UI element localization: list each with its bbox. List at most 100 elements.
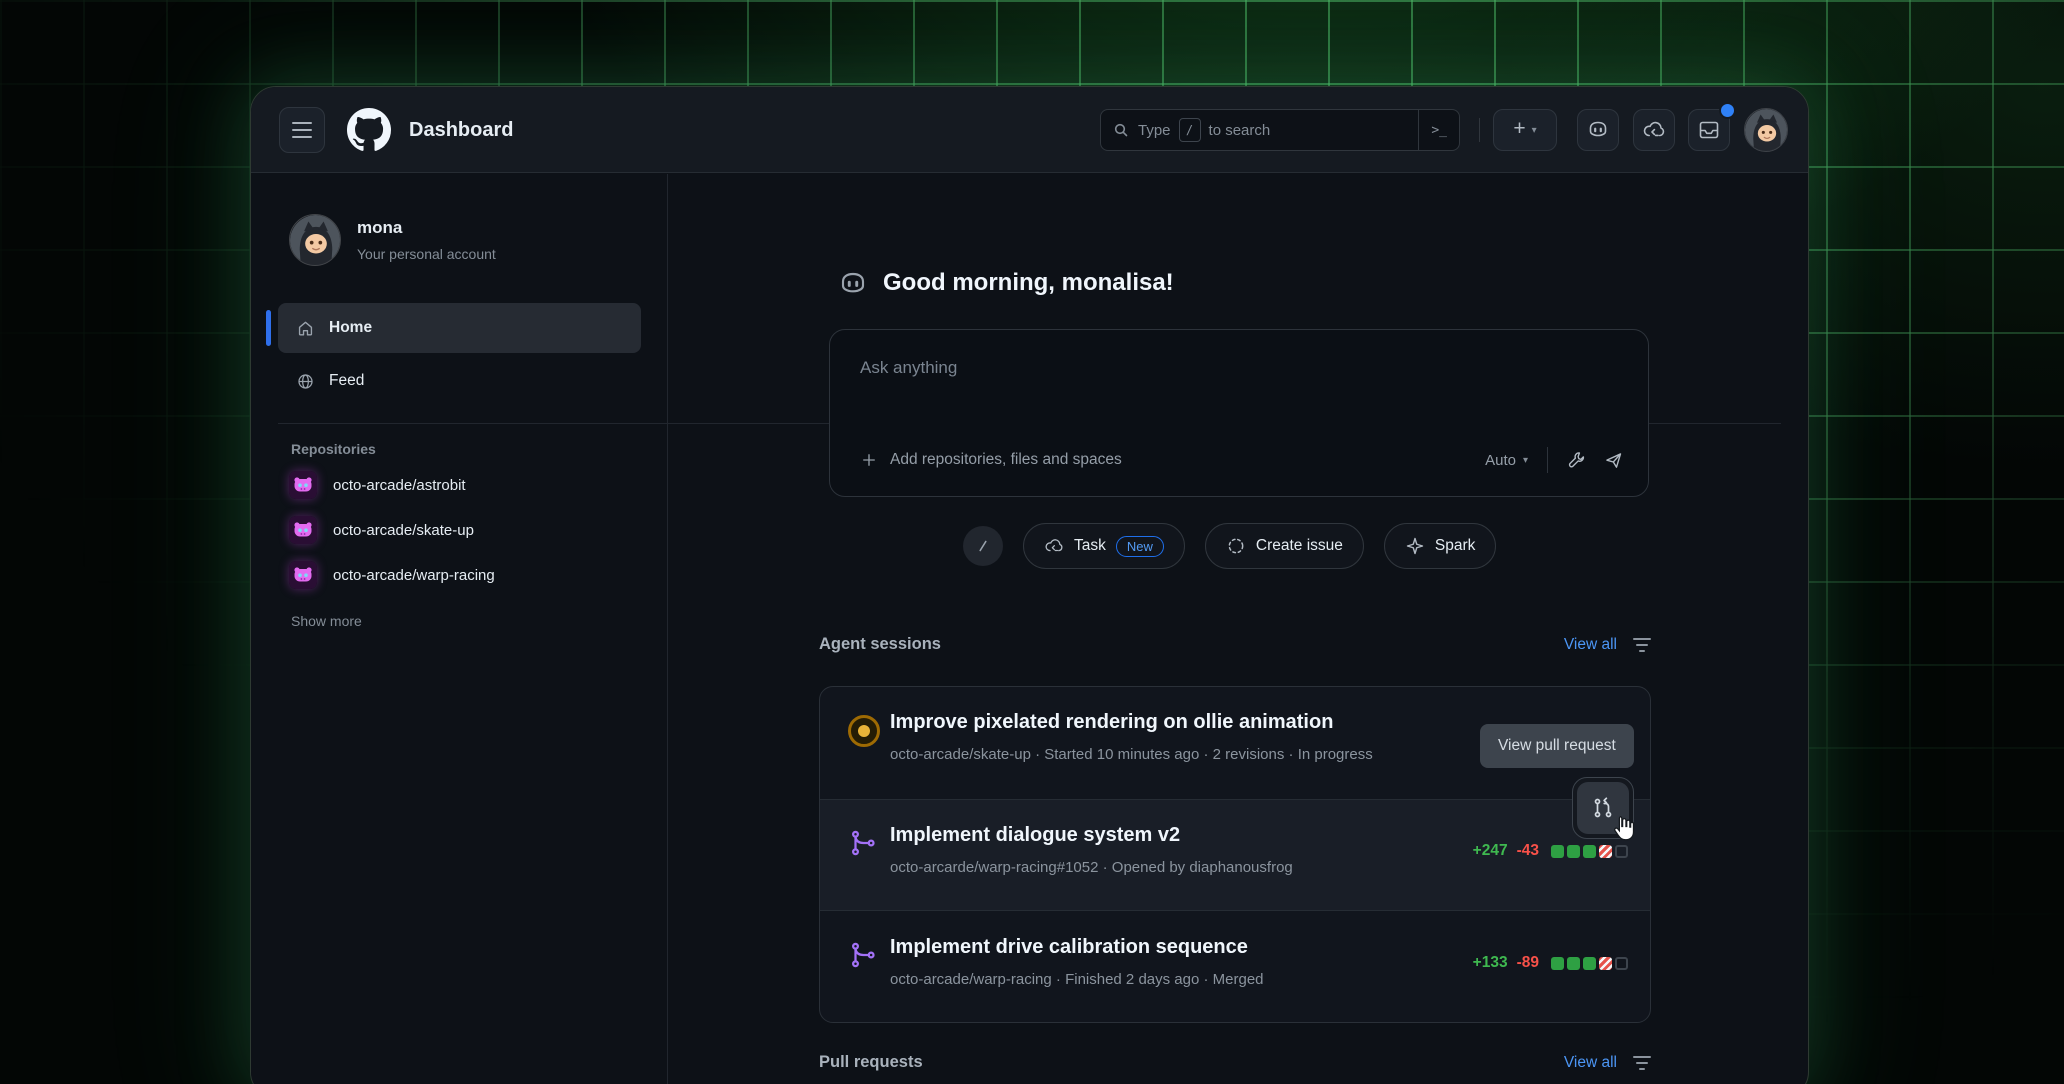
deletions: -43: [1517, 842, 1539, 860]
git-merge-icon: [848, 940, 880, 972]
agents-button[interactable]: [1633, 109, 1675, 151]
repositories-heading: Repositories: [291, 441, 376, 457]
composer: Add repositories, files and spaces Auto …: [829, 329, 1649, 497]
model-label: Auto: [1485, 452, 1516, 469]
github-window: Dashboard Type / to search >_ + ▾: [250, 86, 1809, 1084]
agent-sessions-card: Improve pixelated rendering on ollie ani…: [819, 686, 1651, 1023]
view-pull-request-tooltip: View pull request: [1480, 724, 1634, 768]
spark-label: Spark: [1435, 537, 1476, 555]
composer-toolbar: Add repositories, files and spaces Auto …: [860, 442, 1624, 478]
sidebar-item-home[interactable]: Home: [278, 303, 641, 353]
session-row[interactable]: Implement dialogue system v2 octo-arcard…: [820, 799, 1650, 911]
plus-icon: +: [1513, 117, 1525, 141]
session-row[interactable]: Improve pixelated rendering on ollie ani…: [820, 687, 1650, 799]
repo-name: octo-arcade/warp-racing: [333, 567, 495, 584]
copilot-icon: [1586, 118, 1610, 142]
task-label: Task: [1074, 537, 1106, 555]
show-more-link[interactable]: Show more: [291, 613, 362, 629]
view-all-link[interactable]: View all: [1564, 636, 1617, 654]
diff-stats: +133 -89: [1473, 954, 1628, 972]
caret-down-icon: ▾: [1523, 455, 1528, 466]
search-placeholder-suffix: to search: [1209, 122, 1271, 139]
repo-avatar: [289, 561, 317, 589]
global-search-input[interactable]: Type / to search >_: [1100, 109, 1460, 151]
sidebar-item-feed[interactable]: Feed: [278, 357, 641, 405]
mark-github-icon: [347, 108, 391, 152]
repo-avatar: [289, 516, 317, 544]
account-avatar[interactable]: [289, 214, 341, 266]
slash-icon: [973, 536, 993, 556]
session-meta: octo-arcade/skate-up · Started 10 minute…: [890, 746, 1373, 763]
diff-blocks: [1551, 957, 1628, 970]
hand-cursor: [1608, 813, 1640, 845]
globe-icon: [296, 372, 315, 391]
section-title: Pull requests: [819, 1053, 923, 1072]
repo-avatar: [289, 471, 317, 499]
header-divider: [1479, 118, 1480, 142]
session-meta: octo-arcarde/warp-racing#1052 · Opened b…: [890, 859, 1293, 876]
pull-requests-section-header: Pull requests View all: [819, 1053, 1651, 1072]
filter-icon[interactable]: [1633, 638, 1651, 652]
spark-icon: [1405, 536, 1425, 556]
filter-icon[interactable]: [1633, 1056, 1651, 1070]
git-merge-icon: [848, 828, 880, 860]
mona-avatar: [1745, 109, 1788, 152]
search-placeholder-prefix: Type: [1138, 122, 1171, 139]
create-issue-label: Create issue: [1256, 537, 1343, 555]
view-all-link[interactable]: View all: [1564, 1054, 1617, 1072]
greeting-text: Good morning, monalisa!: [883, 269, 1174, 297]
sidebar-item-label: Home: [329, 319, 372, 337]
send-button[interactable]: [1603, 450, 1624, 471]
command-palette-icon[interactable]: >_: [1418, 110, 1459, 150]
composer-divider: [1547, 447, 1548, 473]
inbox-icon: [1697, 118, 1721, 142]
add-context-label: Add repositories, files and spaces: [890, 451, 1122, 469]
task-button[interactable]: Task New: [1023, 523, 1185, 569]
diff-blocks: [1551, 845, 1628, 858]
cloud-agent-icon: [1642, 118, 1666, 142]
composer-controls: Auto ▾: [1485, 447, 1624, 473]
slash-command-button[interactable]: [963, 526, 1003, 566]
plus-icon: [860, 451, 878, 469]
copilot-button[interactable]: [1577, 109, 1619, 151]
github-logo[interactable]: [347, 108, 391, 152]
home-icon: [296, 319, 315, 338]
additions: +247: [1473, 842, 1508, 860]
model-selector[interactable]: Auto ▾: [1485, 452, 1528, 469]
hamburger-button[interactable]: [279, 107, 325, 153]
user-avatar-button[interactable]: [1744, 108, 1788, 152]
new-badge: New: [1116, 536, 1164, 557]
slash-key: /: [1179, 118, 1201, 142]
quick-actions: Task New Create issue Spark: [963, 523, 1496, 569]
notification-dot: [1719, 102, 1736, 119]
add-context-button[interactable]: Add repositories, files and spaces: [860, 451, 1122, 469]
mona-avatar: [290, 215, 341, 266]
caret-down-icon: ▾: [1532, 125, 1537, 136]
copilot-icon: [837, 268, 869, 300]
tools-button[interactable]: [1567, 450, 1588, 471]
section-title: Agent sessions: [819, 635, 941, 654]
create-issue-button[interactable]: Create issue: [1205, 523, 1364, 569]
repo-item[interactable]: octo-arcade/warp-racing: [289, 553, 495, 597]
additions: +133: [1473, 954, 1508, 972]
app-header: Dashboard Type / to search >_ + ▾: [251, 87, 1808, 173]
agent-sessions-section-header: Agent sessions View all: [819, 635, 1651, 654]
account-name: mona: [357, 218, 402, 238]
dashed-circle-icon: [1226, 536, 1246, 556]
page-title: Dashboard: [409, 87, 513, 173]
ask-input[interactable]: [830, 330, 1648, 430]
in-progress-icon: [848, 715, 880, 747]
session-row[interactable]: Implement drive calibration sequence oct…: [820, 912, 1650, 1023]
cloud-agent-icon: [1044, 536, 1064, 556]
active-indicator: [266, 310, 271, 346]
spark-button[interactable]: Spark: [1384, 523, 1497, 569]
desktop-background: Dashboard Type / to search >_ + ▾: [0, 0, 2064, 1084]
repo-item[interactable]: octo-arcade/skate-up: [289, 508, 474, 552]
repo-name: octo-arcade/astrobit: [333, 477, 466, 494]
session-title: Implement drive calibration sequence: [890, 936, 1248, 959]
repo-name: octo-arcade/skate-up: [333, 522, 474, 539]
search-icon: [1113, 122, 1129, 138]
session-meta: octo-arcade/warp-racing · Finished 2 day…: [890, 971, 1264, 988]
repo-item[interactable]: octo-arcade/astrobit: [289, 463, 466, 507]
create-new-button[interactable]: + ▾: [1493, 109, 1557, 151]
